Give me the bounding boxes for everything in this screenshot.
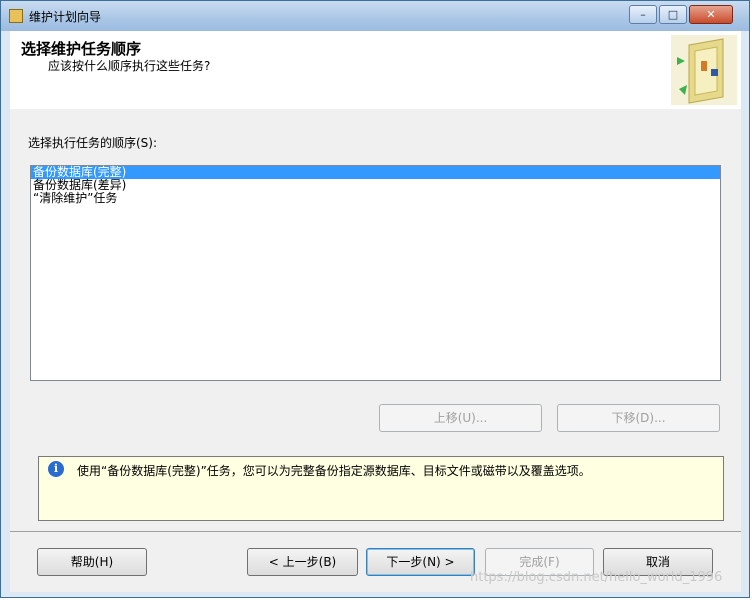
wizard-header: 选择维护任务顺序 应该按什么顺序执行这些任务? — [10, 31, 741, 110]
info-box: i 使用“备份数据库(完整)”任务，您可以为完整备份指定源数据库、目标文件或磁带… — [38, 456, 724, 521]
maximize-button[interactable]: □ — [659, 5, 687, 24]
minimize-button[interactable]: – — [629, 5, 657, 24]
move-down-button[interactable]: 下移(D)... — [557, 404, 720, 432]
window-title: 维护计划向导 — [29, 10, 102, 24]
help-button[interactable]: 帮助(H) — [37, 548, 147, 576]
next-button[interactable]: 下一步(N) > — [366, 548, 475, 576]
info-icon: i — [48, 461, 64, 477]
title-bar[interactable]: 维护计划向导 – □ ✕ — [1, 1, 749, 31]
wizard-content: 选择执行任务的顺序(S): 备份数据库(完整) 备份数据库(差异) “清除维护”… — [10, 109, 741, 531]
page-title: 选择维护任务顺序 — [21, 40, 142, 58]
back-button[interactable]: < 上一步(B) — [247, 548, 358, 576]
list-item[interactable]: 备份数据库(完整) — [31, 166, 720, 179]
app-icon — [9, 9, 23, 23]
wizard-window: 维护计划向导 – □ ✕ 选择维护任务顺序 应该按什么顺序执行这些任务? 选择执… — [0, 0, 750, 598]
list-item[interactable]: “清除维护”任务 — [31, 192, 720, 205]
move-up-button[interactable]: 上移(U)... — [379, 404, 542, 432]
watermark-text: https://blog.csdn.net/hello_world_1996 — [470, 570, 723, 585]
wizard-graphic-icon — [671, 35, 737, 105]
close-button[interactable]: ✕ — [689, 5, 733, 24]
page-subtitle: 应该按什么顺序执行这些任务? — [48, 59, 211, 73]
info-text: 使用“备份数据库(完整)”任务，您可以为完整备份指定源数据库、目标文件或磁带以及… — [77, 464, 591, 478]
list-item[interactable]: 备份数据库(差异) — [31, 179, 720, 192]
task-order-list[interactable]: 备份数据库(完整) 备份数据库(差异) “清除维护”任务 — [30, 165, 721, 381]
order-label: 选择执行任务的顺序(S): — [28, 136, 158, 150]
